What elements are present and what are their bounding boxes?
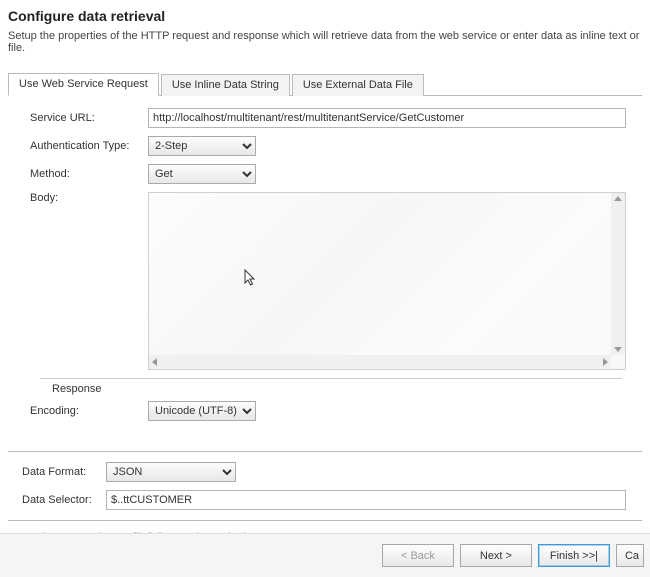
data-format-label: Data Format: [22,466,106,478]
service-url-input[interactable] [148,108,626,128]
tab-web-service-request[interactable]: Use Web Service Request [8,73,159,96]
horizontal-scrollbar[interactable] [149,355,611,369]
body-label: Body: [30,192,148,204]
response-divider [40,378,622,379]
page-title: Configure data retrieval [0,0,650,30]
service-url-label: Service URL: [30,112,148,124]
tab-strip: Use Web Service Request Use Inline Data … [8,72,642,96]
finish-button[interactable]: Finish >>| [538,544,610,567]
body-textarea[interactable] [149,193,611,355]
wizard-button-bar: < Back Next > Finish >>| Ca [0,533,650,577]
cancel-button[interactable]: Ca [616,544,644,567]
tab-inline-data-string[interactable]: Use Inline Data String [161,74,290,96]
method-select[interactable]: Get [148,164,256,184]
method-label: Method: [30,168,148,180]
encoding-select[interactable]: Unicode (UTF-8) [148,401,256,421]
response-section-label: Response [52,383,632,395]
auth-type-label: Authentication Type: [30,140,148,152]
encoding-label: Encoding: [30,405,148,417]
page-description: Setup the properties of the HTTP request… [0,30,650,72]
tab-panel-web-service: Service URL: Authentication Type: 2-Step… [8,96,642,439]
data-format-select[interactable]: JSON [106,462,236,482]
data-selector-input[interactable] [106,490,626,510]
body-textarea-container [148,192,626,370]
auth-type-select[interactable]: 2-Step [148,136,256,156]
back-button[interactable]: < Back [382,544,454,567]
vertical-scrollbar[interactable] [611,193,625,355]
data-selector-label: Data Selector: [22,494,106,506]
next-button[interactable]: Next > [460,544,532,567]
tab-external-data-file[interactable]: Use External Data File [292,74,424,96]
output-settings-block: Data Format: JSON Data Selector: [8,451,642,521]
